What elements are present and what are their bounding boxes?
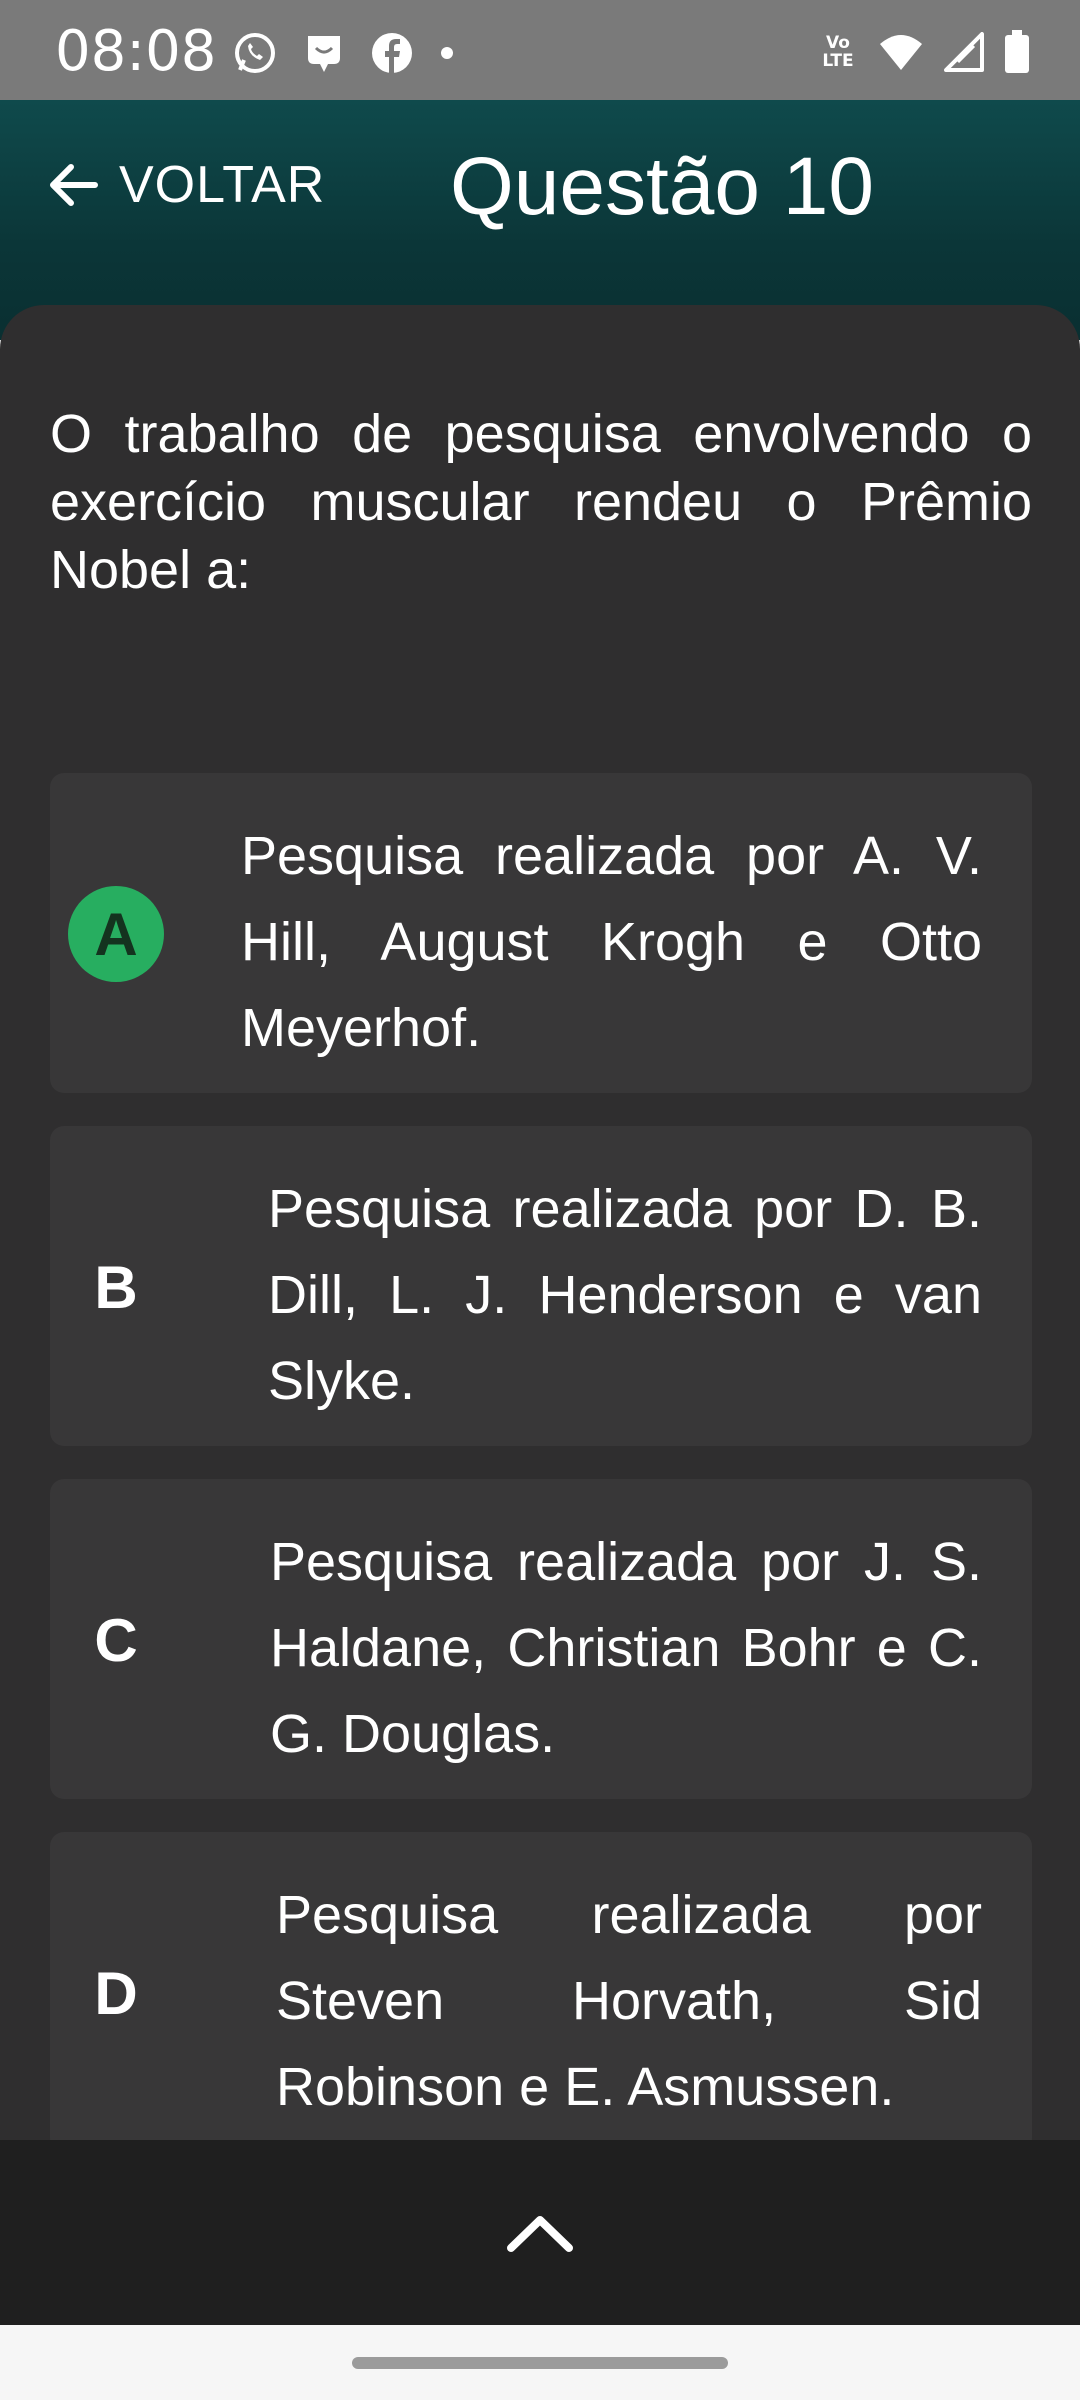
app-header: VOLTAR Questão 10 — [0, 100, 1080, 340]
facebook-icon — [372, 33, 412, 73]
status-time: 08:08 — [55, 19, 217, 84]
dot-icon — [441, 47, 453, 59]
system-icons: Vo LTE — [818, 30, 1030, 74]
wifi-icon — [880, 35, 922, 70]
option-text-d: Pesquisa realizada por Steven Horvath, S… — [276, 1885, 982, 2117]
system-nav-area — [0, 2325, 1080, 2400]
battery-icon — [1005, 30, 1029, 73]
option-letter-d: D — [94, 1959, 138, 2027]
whatsapp-icon — [235, 33, 275, 73]
status-bar: 08:08 Vo LTE — [0, 0, 1080, 100]
option-letter-a: A — [68, 886, 164, 982]
chat-bubble-icon — [308, 36, 340, 72]
option-letter-b: B — [94, 1253, 138, 1321]
option-d[interactable]: D Pesquisa realizada por Steven Horvath,… — [50, 1832, 1032, 2140]
option-c[interactable]: C Pesquisa realizada por J. S. Haldane, … — [50, 1479, 1032, 1799]
back-button[interactable]: VOLTAR — [45, 155, 325, 215]
option-text-c: Pesquisa realizada por J. S. Haldane, Ch… — [270, 1532, 982, 1764]
option-text-a: Pesquisa realizada por A. V. Hill, Augus… — [241, 826, 982, 1058]
question-card: O trabalho de pesquisa envolvendo o exer… — [0, 305, 1080, 2140]
home-indicator[interactable] — [352, 2357, 728, 2369]
option-letter-c: C — [94, 1606, 138, 1674]
notification-icons — [232, 30, 454, 76]
volte-icon: Vo LTE — [818, 34, 858, 70]
option-text-b: Pesquisa realizada por D. B. Dill, L. J.… — [268, 1179, 982, 1411]
question-text: O trabalho de pesquisa envolvendo o exer… — [50, 404, 1032, 600]
back-label: VOLTAR — [119, 156, 326, 214]
option-b[interactable]: B Pesquisa realizada por D. B. Dill, L. … — [50, 1126, 1032, 1446]
signal-icon — [944, 32, 984, 72]
page-title: Questão 10 — [450, 141, 874, 232]
arrow-left-icon — [50, 164, 98, 206]
chevron-up-icon[interactable] — [505, 2210, 575, 2254]
option-a[interactable]: A Pesquisa realizada por A. V. Hill, Aug… — [50, 773, 1032, 1093]
bottom-bar — [0, 2140, 1080, 2325]
volte-text: Vo LTE — [822, 33, 854, 71]
